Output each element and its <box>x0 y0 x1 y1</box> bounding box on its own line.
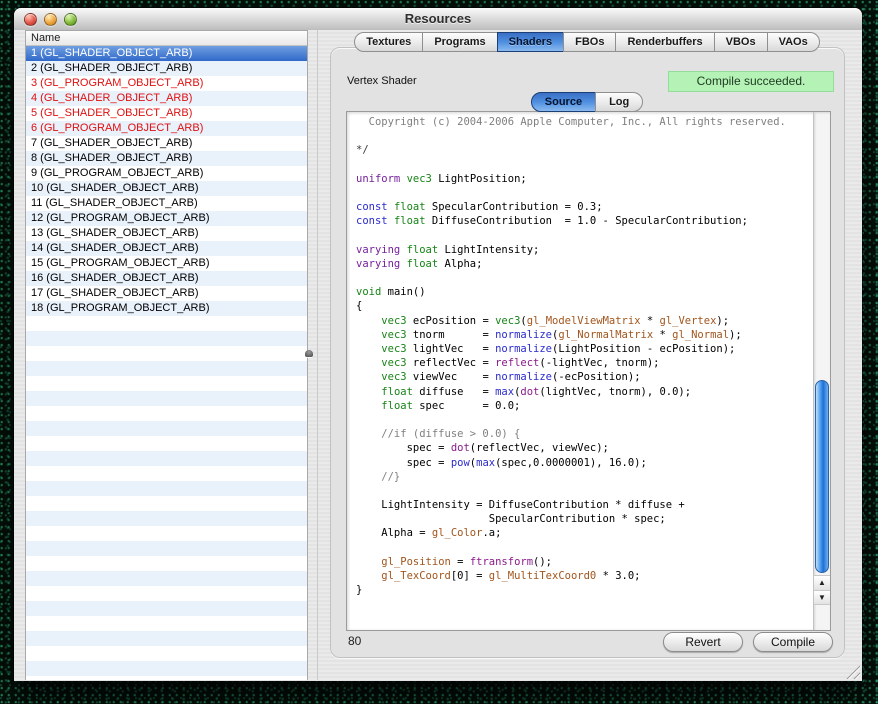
code-line: vec3 ecPosition = vec3(gl_ModelViewMatri… <box>356 314 813 328</box>
shader-group-box: Vertex Shader Compile succeeded. SourceL… <box>330 47 845 658</box>
list-item[interactable]: 18 (GL_PROGRAM_OBJECT_ARB) <box>26 301 307 316</box>
tab-textures[interactable]: Textures <box>354 32 423 52</box>
tab-shaders[interactable]: Shaders <box>497 32 564 52</box>
list-column-header[interactable]: Name <box>26 31 307 46</box>
code-line: gl_TexCoord[0] = gl_MultiTexCoord0 * 3.0… <box>356 569 813 583</box>
code-line <box>356 229 813 243</box>
list-item[interactable]: 17 (GL_SHADER_OBJECT_ARB) <box>26 286 307 301</box>
list-item[interactable]: 13 (GL_SHADER_OBJECT_ARB) <box>26 226 307 241</box>
code-line <box>356 158 813 172</box>
scroll-up-arrow-icon[interactable]: ▲ <box>814 575 830 590</box>
code-line <box>356 413 813 427</box>
code-line <box>356 541 813 555</box>
code-line: vec3 lightVec = normalize(LightPosition … <box>356 342 813 356</box>
code-line: gl_Position = ftransform(); <box>356 555 813 569</box>
code-line: vec3 viewVec = normalize(-ecPosition); <box>356 370 813 384</box>
list-item[interactable]: 1 (GL_SHADER_OBJECT_ARB) <box>26 46 307 61</box>
code-line: */ <box>356 143 813 157</box>
tab-programs[interactable]: Programs <box>422 32 497 52</box>
splitter-handle-icon[interactable] <box>305 350 313 357</box>
tab-vaos[interactable]: VAOs <box>767 32 820 52</box>
code-line: spec = pow(max(spec,0.0000001), 16.0); <box>356 456 813 470</box>
shader-id-label: 80 <box>348 634 361 648</box>
list-item[interactable]: 5 (GL_SHADER_OBJECT_ARB) <box>26 106 307 121</box>
list-item[interactable]: 9 (GL_PROGRAM_OBJECT_ARB) <box>26 166 307 181</box>
source-log-segmented-control: SourceLog <box>331 92 844 112</box>
list-item[interactable]: 2 (GL_SHADER_OBJECT_ARB) <box>26 61 307 76</box>
list-item[interactable]: 15 (GL_PROGRAM_OBJECT_ARB) <box>26 256 307 271</box>
compile-status-badge: Compile succeeded. <box>668 71 834 92</box>
code-line <box>356 186 813 200</box>
code-line <box>356 271 813 285</box>
list-item[interactable]: 7 (GL_SHADER_OBJECT_ARB) <box>26 136 307 151</box>
revert-button[interactable]: Revert <box>663 632 743 652</box>
resource-tab-bar: TexturesProgramsShadersFBOsRenderbuffers… <box>330 32 845 52</box>
vertical-scrollbar[interactable]: ▲ ▼ <box>813 112 830 630</box>
code-editor-box: Copyright (c) 2004-2006 Apple Computer, … <box>346 111 831 631</box>
code-line: //if (diffuse > 0.0) { <box>356 427 813 441</box>
resources-window: Resources Name 1 (GL_SHADER_OBJECT_ARB)2… <box>14 8 862 681</box>
shader-type-label: Vertex Shader <box>347 75 417 87</box>
code-line <box>356 129 813 143</box>
code-line: const float SpecularContribution = 0.3; <box>356 200 813 214</box>
list-item[interactable]: 14 (GL_SHADER_OBJECT_ARB) <box>26 241 307 256</box>
code-line: varying float Alpha; <box>356 257 813 271</box>
code-line: vec3 tnorm = normalize(gl_NormalMatrix *… <box>356 328 813 342</box>
code-line: //} <box>356 470 813 484</box>
tab-vbos[interactable]: VBOs <box>714 32 768 52</box>
code-line: float diffuse = max(dot(lightVec, tnorm)… <box>356 385 813 399</box>
code-line: Alpha = gl_Color.a; <box>356 526 813 540</box>
code-line: varying float LightIntensity; <box>356 243 813 257</box>
list-item[interactable]: 12 (GL_PROGRAM_OBJECT_ARB) <box>26 211 307 226</box>
code-line: uniform vec3 LightPosition; <box>356 172 813 186</box>
code-line: void main() <box>356 285 813 299</box>
list-item[interactable]: 11 (GL_SHADER_OBJECT_ARB) <box>26 196 307 211</box>
code-editor[interactable]: Copyright (c) 2004-2006 Apple Computer, … <box>347 112 813 630</box>
window-content: Name 1 (GL_SHADER_OBJECT_ARB)2 (GL_SHADE… <box>14 30 862 681</box>
code-line: Copyright (c) 2004-2006 Apple Computer, … <box>356 115 813 129</box>
window-title: Resources <box>14 11 862 26</box>
code-line: vec3 reflectVec = reflect(-lightVec, tno… <box>356 356 813 370</box>
scrollbar-thumb[interactable] <box>815 380 829 573</box>
code-line: } <box>356 583 813 597</box>
splitter-divider <box>317 30 318 680</box>
list-item[interactable]: 4 (GL_SHADER_OBJECT_ARB) <box>26 91 307 106</box>
title-bar[interactable]: Resources <box>14 8 862 31</box>
list-item[interactable]: 8 (GL_SHADER_OBJECT_ARB) <box>26 151 307 166</box>
list-item[interactable]: 16 (GL_SHADER_OBJECT_ARB) <box>26 271 307 286</box>
list-item[interactable]: 3 (GL_PROGRAM_OBJECT_ARB) <box>26 76 307 91</box>
code-line: SpecularContribution * spec; <box>356 512 813 526</box>
tab-fbos[interactable]: FBOs <box>563 32 616 52</box>
tab-log[interactable]: Log <box>595 92 643 112</box>
resource-list: 1 (GL_SHADER_OBJECT_ARB)2 (GL_SHADER_OBJ… <box>26 46 307 316</box>
list-item[interactable]: 6 (GL_PROGRAM_OBJECT_ARB) <box>26 121 307 136</box>
tab-source[interactable]: Source <box>531 92 596 112</box>
code-line: { <box>356 299 813 313</box>
tab-renderbuffers[interactable]: Renderbuffers <box>615 32 714 52</box>
compile-button[interactable]: Compile <box>753 632 833 652</box>
code-line: spec = dot(reflectVec, viewVec); <box>356 441 813 455</box>
list-item[interactable]: 10 (GL_SHADER_OBJECT_ARB) <box>26 181 307 196</box>
code-line: LightIntensity = DiffuseContribution * d… <box>356 498 813 512</box>
code-line <box>356 484 813 498</box>
code-line: const float DiffuseContribution = 1.0 - … <box>356 214 813 228</box>
resource-list-panel: Name 1 (GL_SHADER_OBJECT_ARB)2 (GL_SHADE… <box>25 30 308 680</box>
code-line: float spec = 0.0; <box>356 399 813 413</box>
scroll-down-arrow-icon[interactable]: ▼ <box>814 590 830 605</box>
